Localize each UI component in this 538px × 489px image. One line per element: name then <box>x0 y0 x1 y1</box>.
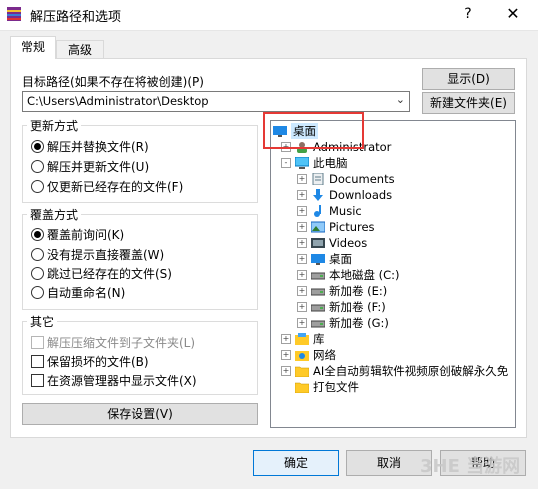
desktop-icon <box>311 254 325 265</box>
tree-item-label: 本地磁盘 (C:) <box>329 268 400 282</box>
ok-button[interactable]: 确定 <box>253 450 339 476</box>
videos-icon <box>311 238 325 248</box>
tree-item-label: Videos <box>329 236 368 250</box>
help-question-button[interactable]: ? <box>455 3 481 25</box>
radio-update-label: 解压并更新文件(U) <box>47 160 150 174</box>
radio-replace-label: 解压并替换文件(R) <box>47 140 149 154</box>
tab-advanced[interactable]: 高级 <box>56 40 104 59</box>
drive-icon <box>311 288 325 296</box>
tree-item-label: AI全自动剪辑软件视频原创破解永久免 <box>313 364 509 378</box>
tree-item-label: Documents <box>329 172 395 186</box>
radio-button[interactable] <box>31 180 44 193</box>
target-path-combobox[interactable]: C:\Users\Administrator\Desktop ⌄ <box>22 91 410 112</box>
checkbox[interactable] <box>31 336 44 349</box>
red-highlight-box <box>263 112 364 149</box>
tree-item-label: 新加卷 (F:) <box>329 300 386 314</box>
expand-icon[interactable]: + <box>297 254 307 264</box>
radio-rename-label: 自动重命名(N) <box>47 286 126 300</box>
drive-icon <box>311 272 325 280</box>
tree-item-label: 新加卷 (G:) <box>329 316 389 330</box>
tree-item-label: 新加卷 (E:) <box>329 284 388 298</box>
computer-icon <box>295 157 309 169</box>
radio-button[interactable] <box>31 228 44 241</box>
expand-icon[interactable]: + <box>297 206 307 216</box>
checkbox-explorer-label: 在资源管理器中显示文件(X) <box>47 374 197 388</box>
expand-icon[interactable]: + <box>297 190 307 200</box>
library-icon <box>295 333 309 345</box>
expand-icon[interactable]: + <box>297 174 307 184</box>
checkbox-keep-broken-label: 保留损坏的文件(B) <box>47 355 149 369</box>
target-path-label: 目标路径(如果不存在将被创建)(P) <box>22 75 204 89</box>
radio-skip-label: 跳过已经存在的文件(S) <box>47 267 172 281</box>
radio-button[interactable] <box>31 248 44 261</box>
update-mode-title: 更新方式 <box>27 117 82 134</box>
pictures-icon <box>311 221 325 233</box>
watermark-logo: 3HE 当游网 <box>420 456 521 477</box>
show-button[interactable]: 显示(D) <box>422 68 515 90</box>
folder-icon <box>295 382 309 393</box>
expand-icon[interactable]: + <box>297 318 307 328</box>
tree-item-label: Downloads <box>329 188 393 202</box>
tree-item-label: Pictures <box>329 220 375 234</box>
tree-item-label: 此电脑 <box>313 156 348 170</box>
tree-item-label: 打包文件 <box>313 380 359 394</box>
chevron-down-icon[interactable]: ⌄ <box>396 93 405 106</box>
overwrite-mode-title: 覆盖方式 <box>27 206 82 223</box>
checkbox[interactable] <box>31 374 44 387</box>
music-icon <box>314 205 321 217</box>
radio-overwrite-label: 没有提示直接覆盖(W) <box>47 248 165 262</box>
folder-icon <box>295 366 309 377</box>
expand-icon[interactable]: + <box>281 334 291 344</box>
radio-button[interactable] <box>31 140 44 153</box>
expand-icon[interactable]: + <box>281 366 291 376</box>
expand-icon[interactable]: + <box>297 222 307 232</box>
tree-item-label: 库 <box>313 332 325 346</box>
checkbox-subfolder-label: 解压压缩文件到子文件夹(L) <box>47 336 196 350</box>
save-settings-button[interactable]: 保存设置(V) <box>22 403 258 425</box>
expand-icon[interactable]: + <box>297 238 307 248</box>
window-title: 解压路径和选项 <box>30 10 122 25</box>
documents-icon <box>312 173 324 185</box>
tab-general[interactable]: 常规 <box>10 36 56 59</box>
radio-button[interactable] <box>31 160 44 173</box>
misc-title: 其它 <box>27 313 58 330</box>
new-folder-button[interactable]: 新建文件夹(E) <box>422 92 515 114</box>
close-button[interactable]: ✕ <box>499 3 527 25</box>
downloads-icon <box>313 189 323 201</box>
network-icon <box>295 351 309 361</box>
radio-fresh-existing-label: 仅更新已经存在的文件(F) <box>47 180 184 194</box>
title-bar: 解压路径和选项 ? ✕ <box>0 0 538 31</box>
radio-button[interactable] <box>31 267 44 280</box>
winrar-app-icon <box>7 7 21 21</box>
target-path-value: C:\Users\Administrator\Desktop <box>27 94 209 108</box>
checkbox[interactable] <box>31 355 44 368</box>
drive-icon <box>311 320 325 328</box>
expand-icon[interactable]: + <box>297 302 307 312</box>
expand-icon[interactable]: + <box>297 270 307 280</box>
collapse-icon[interactable]: - <box>281 158 291 168</box>
radio-ask-label: 覆盖前询问(K) <box>47 228 125 242</box>
tree-item-label: 网络 <box>313 348 336 362</box>
radio-button[interactable] <box>31 286 44 299</box>
folder-tree[interactable]: 桌面 + Administrator - 此电脑 + Documents + Downloads… <box>270 120 516 428</box>
expand-icon[interactable]: + <box>281 350 291 360</box>
tree-item-label: Music <box>329 204 362 218</box>
drive-icon <box>311 304 325 312</box>
tree-item-label: 桌面 <box>329 252 352 266</box>
expand-icon[interactable]: + <box>297 286 307 296</box>
